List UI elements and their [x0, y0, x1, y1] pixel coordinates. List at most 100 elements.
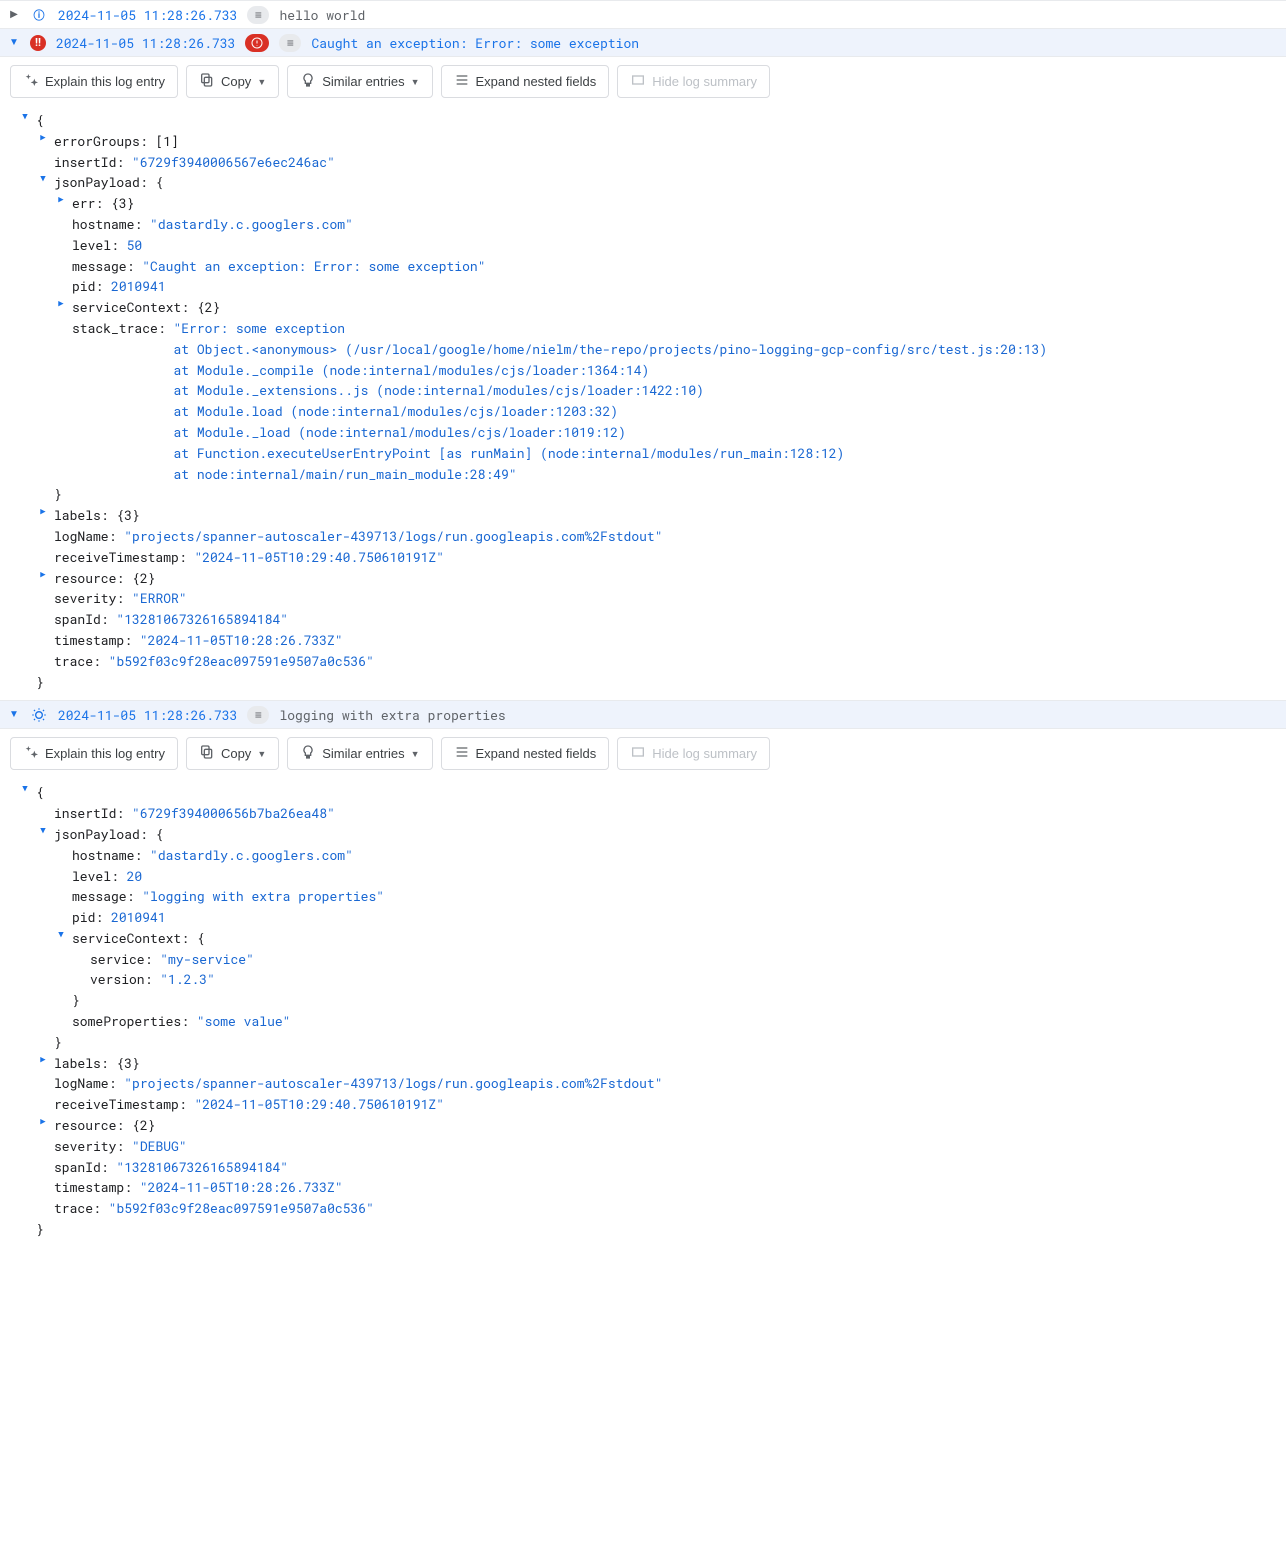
json-number-value[interactable]: 50 [127, 235, 143, 256]
json-summary: {3} [116, 505, 139, 526]
error-reporting-badge-icon[interactable] [245, 34, 269, 52]
json-string-value[interactable]: "Error: some exception at Object.<anonym… [173, 318, 1047, 484]
json-string-value[interactable]: "2024-11-05T10:28:26.733Z" [140, 630, 343, 651]
json-key[interactable]: err: [72, 193, 103, 214]
json-key[interactable]: labels: [54, 505, 109, 526]
json-key[interactable]: logName: [54, 1073, 116, 1094]
json-key[interactable]: serviceContext: [72, 297, 189, 318]
json-number-value[interactable]: 20 [127, 866, 143, 887]
tree-toggle-icon[interactable] [36, 824, 50, 838]
json-key[interactable]: spanId: [54, 609, 109, 630]
json-key[interactable]: jsonPayload: [54, 824, 148, 845]
log-row[interactable]: !! 2024-11-05 11:28:26.733 ≡ Caught an e… [0, 28, 1286, 56]
copy-icon [199, 744, 215, 763]
log-row[interactable]: 2024-11-05 11:28:26.733 ≡ logging with e… [0, 700, 1286, 728]
collapse-chevron-icon[interactable] [8, 709, 20, 720]
json-string-value[interactable]: "1.2.3" [160, 969, 215, 990]
log-timestamp: 2024-11-05 11:28:26.733 [56, 34, 235, 52]
hide-icon [630, 744, 646, 763]
json-key[interactable]: trace: [54, 1198, 101, 1219]
json-key[interactable]: severity: [54, 1136, 124, 1157]
json-string-value[interactable]: "some value" [197, 1011, 291, 1032]
expand-nested-button[interactable]: Expand nested fields [441, 65, 610, 98]
tree-toggle-icon[interactable] [18, 110, 32, 124]
tree-toggle-icon[interactable] [54, 297, 68, 311]
json-key[interactable]: insertId: [54, 152, 124, 173]
json-key[interactable]: version: [90, 969, 152, 990]
log-row[interactable]: ⓘ 2024-11-05 11:28:26.733 ≡ hello world [0, 0, 1286, 28]
json-string-value[interactable]: "dastardly.c.googlers.com" [150, 214, 353, 235]
json-string-value[interactable]: "Caught an exception: Error: some except… [142, 256, 485, 277]
json-key[interactable]: level: [72, 235, 119, 256]
json-string-value[interactable]: "logging with extra properties" [142, 886, 384, 907]
json-string-value[interactable]: "projects/spanner-autoscaler-439713/logs… [124, 526, 662, 547]
json-summary: {2} [132, 1115, 155, 1136]
json-number-value[interactable]: 2010941 [111, 276, 166, 297]
json-key[interactable]: errorGroups: [54, 131, 148, 152]
similar-entries-button[interactable]: Similar entries ▼ [287, 65, 432, 98]
json-string-value[interactable]: "projects/spanner-autoscaler-439713/logs… [124, 1073, 662, 1094]
tree-toggle-icon[interactable] [18, 782, 32, 796]
expand-chevron-icon[interactable] [8, 9, 20, 20]
json-summary: {2} [197, 297, 220, 318]
json-key[interactable]: receiveTimestamp: [54, 547, 187, 568]
json-key[interactable]: stack_trace: [72, 318, 166, 339]
json-key[interactable]: message: [72, 256, 134, 277]
trace-icon[interactable]: ≡ [247, 706, 269, 724]
json-key[interactable]: hostname: [72, 845, 142, 866]
json-number-value[interactable]: 2010941 [111, 907, 166, 928]
copy-button[interactable]: Copy ▼ [186, 737, 279, 770]
json-key[interactable]: serviceContext: [72, 928, 189, 949]
json-key[interactable]: insertId: [54, 803, 124, 824]
explain-button[interactable]: Explain this log entry [10, 737, 178, 770]
trace-icon[interactable]: ≡ [247, 6, 269, 24]
json-string-value[interactable]: "dastardly.c.googlers.com" [150, 845, 353, 866]
trace-icon[interactable]: ≡ [279, 34, 301, 52]
caret-down-icon: ▼ [257, 749, 266, 759]
tree-toggle-icon[interactable] [54, 193, 68, 207]
json-key[interactable]: timestamp: [54, 1177, 132, 1198]
json-key[interactable]: message: [72, 886, 134, 907]
json-string-value[interactable]: "6729f394000656b7ba26ea48" [132, 803, 335, 824]
json-string-value[interactable]: "13281067326165894184" [116, 609, 288, 630]
json-key[interactable]: spanId: [54, 1157, 109, 1178]
json-string-value[interactable]: "2024-11-05T10:29:40.750610191Z" [194, 1094, 444, 1115]
tree-toggle-icon[interactable] [36, 1115, 50, 1129]
json-key[interactable]: hostname: [72, 214, 142, 235]
json-string-value[interactable]: "13281067326165894184" [116, 1157, 288, 1178]
severity-error-icon: !! [30, 35, 46, 51]
copy-button[interactable]: Copy ▼ [186, 65, 279, 98]
tree-toggle-icon[interactable] [36, 131, 50, 145]
json-key[interactable]: pid: [72, 276, 103, 297]
json-key[interactable]: trace: [54, 651, 101, 672]
json-key[interactable]: level: [72, 866, 119, 887]
json-string-value[interactable]: "my-service" [160, 949, 254, 970]
similar-entries-button[interactable]: Similar entries ▼ [287, 737, 432, 770]
tree-toggle-icon[interactable] [36, 568, 50, 582]
json-string-value[interactable]: "2024-11-05T10:29:40.750610191Z" [194, 547, 444, 568]
json-key[interactable]: resource: [54, 568, 124, 589]
json-string-value[interactable]: "b592f03c9f28eac097591e9507a0c536" [109, 1198, 374, 1219]
expand-nested-button[interactable]: Expand nested fields [441, 737, 610, 770]
json-key[interactable]: service: [90, 949, 152, 970]
tree-toggle-icon[interactable] [54, 928, 68, 942]
json-string-value[interactable]: "DEBUG" [132, 1136, 187, 1157]
collapse-chevron-icon[interactable] [8, 37, 20, 48]
json-key[interactable]: labels: [54, 1053, 109, 1074]
json-key[interactable]: resource: [54, 1115, 124, 1136]
json-key[interactable]: someProperties: [72, 1011, 189, 1032]
json-string-value[interactable]: "6729f3940006567e6ec246ac" [132, 152, 335, 173]
json-key[interactable]: pid: [72, 907, 103, 928]
json-key[interactable]: logName: [54, 526, 116, 547]
json-key[interactable]: jsonPayload: [54, 172, 148, 193]
tree-toggle-icon[interactable] [36, 505, 50, 519]
tree-toggle-icon[interactable] [36, 1053, 50, 1067]
tree-toggle-icon[interactable] [36, 172, 50, 186]
json-key[interactable]: receiveTimestamp: [54, 1094, 187, 1115]
json-string-value[interactable]: "2024-11-05T10:28:26.733Z" [140, 1177, 343, 1198]
json-string-value[interactable]: "b592f03c9f28eac097591e9507a0c536" [109, 651, 374, 672]
explain-button[interactable]: Explain this log entry [10, 65, 178, 98]
json-key[interactable]: severity: [54, 588, 124, 609]
json-key[interactable]: timestamp: [54, 630, 132, 651]
json-string-value[interactable]: "ERROR" [132, 588, 187, 609]
